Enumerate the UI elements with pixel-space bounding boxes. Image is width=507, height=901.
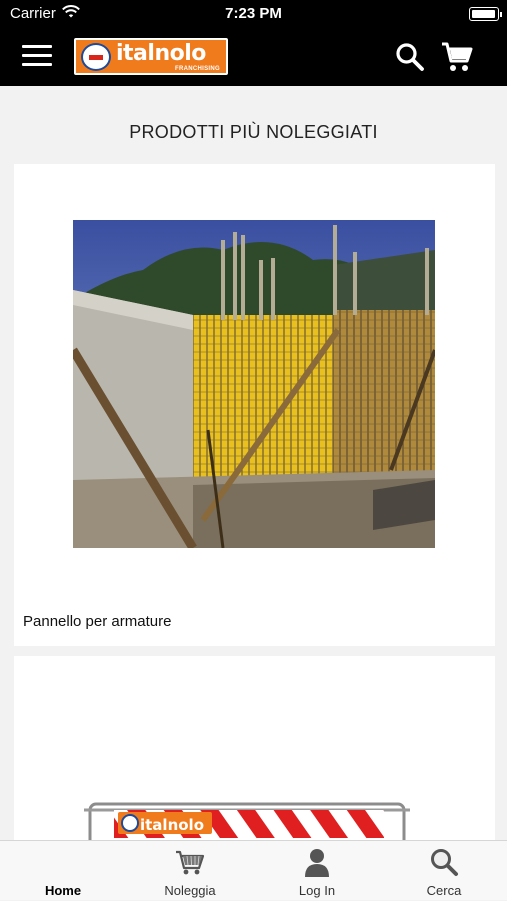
section-title: PRODOTTI PIÙ NOLEGGIATI: [129, 122, 378, 142]
bottom-tab-bar: Home Noleggia Log In Cerca: [0, 840, 507, 900]
banner-text: italnolo: [140, 816, 204, 834]
main-content: PRODOTTI PIÙ NOLEGGIATI Pannello per arm…: [0, 86, 507, 840]
logo-subtext: FRANCHISING: [175, 66, 220, 72]
tab-login-label: Log In: [298, 883, 336, 898]
logo-badge-icon: [81, 43, 111, 71]
tab-noleggia-label: Noleggia: [164, 883, 216, 898]
tab-home[interactable]: Home: [0, 841, 126, 901]
product-card[interactable]: Pannello per armature: [14, 164, 495, 646]
cart-icon: [176, 850, 205, 875]
battery-icon: [469, 7, 502, 21]
logo-text: italnolo: [116, 41, 206, 66]
tab-cerca[interactable]: Cerca: [381, 841, 507, 901]
search-icon: [431, 849, 458, 876]
cart-icon[interactable]: [440, 40, 474, 74]
search-icon[interactable]: [394, 41, 426, 73]
status-bar: Carrier 7:23 PM: [0, 0, 507, 28]
user-icon: [305, 849, 329, 877]
status-time: 7:23 PM: [225, 5, 282, 22]
product-image: italnolo: [82, 798, 412, 840]
product-card[interactable]: italnolo: [14, 656, 495, 840]
product-name: Pannello per armature: [23, 613, 172, 630]
tab-home-label: Home: [44, 883, 82, 898]
hamburger-icon[interactable]: [22, 45, 52, 69]
tab-cerca-label: Cerca: [426, 883, 462, 898]
tab-noleggia[interactable]: Noleggia: [127, 841, 253, 901]
top-nav-bar: italnolo FRANCHISING: [0, 28, 507, 86]
italnolo-logo[interactable]: italnolo FRANCHISING: [74, 38, 228, 75]
tab-login[interactable]: Log In: [254, 841, 380, 901]
product-image: [73, 220, 435, 548]
